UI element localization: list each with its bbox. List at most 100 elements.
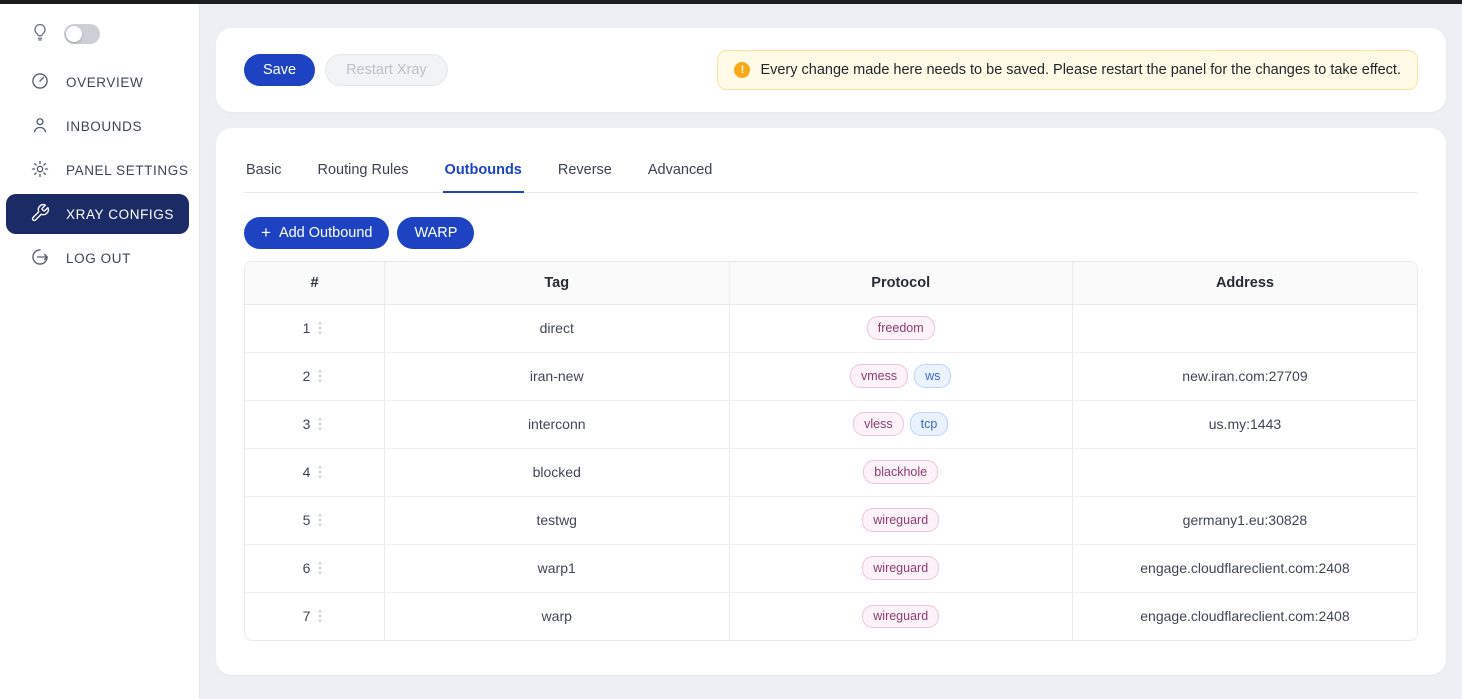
row-menu-kebab-icon[interactable] (314, 321, 326, 335)
number-cell: 5 (245, 496, 384, 544)
tab-reverse[interactable]: Reverse (556, 152, 614, 193)
protocol-cell: freedom (729, 304, 1072, 352)
row-address: germany1.eu:30828 (1183, 512, 1308, 528)
table-row: 7 warp wireguard engage.cloudflareclient… (245, 592, 1417, 640)
row-tag: testwg (537, 512, 577, 528)
tab-advanced[interactable]: Advanced (646, 152, 715, 193)
tag-cell: warp1 (384, 544, 729, 592)
row-tag: blocked (533, 464, 581, 480)
user-icon (30, 115, 50, 138)
row-tag: iran-new (530, 368, 584, 384)
protocol-tag: blackhole (863, 460, 938, 483)
column-header-address: Address (1072, 262, 1417, 304)
row-menu-kebab-icon[interactable] (314, 417, 326, 431)
row-menu-kebab-icon[interactable] (314, 561, 326, 575)
number-cell: 1 (245, 304, 384, 352)
protocol-tag: wireguard (862, 556, 939, 579)
outbounds-table: # Tag Protocol Address 1 (244, 261, 1418, 641)
sidebar-item-label: OVERVIEW (66, 75, 143, 90)
dark-mode-toggle[interactable] (64, 24, 100, 44)
row-protocols: vmessws (730, 364, 1072, 387)
outbound-actions: + Add Outbound WARP (244, 217, 1418, 249)
protocol-cell: wireguard (729, 592, 1072, 640)
warning-alert: ! Every change made here needs to be sav… (717, 50, 1418, 90)
app-root: OVERVIEW INBOUNDS (0, 4, 1462, 699)
sidebar-item-label: INBOUNDS (66, 119, 142, 134)
row-menu-kebab-icon[interactable] (314, 465, 326, 479)
address-cell: new.iran.com:27709 (1072, 352, 1417, 400)
restart-xray-button[interactable]: Restart Xray (325, 54, 448, 86)
protocol-tag: ws (914, 364, 951, 387)
row-tag: interconn (528, 416, 586, 432)
save-button[interactable]: Save (244, 54, 315, 86)
number-cell: 4 (245, 448, 384, 496)
row-menu-kebab-icon[interactable] (314, 369, 326, 383)
table-row: 2 iran-new vmessws new.iran.com:27709 (245, 352, 1417, 400)
row-protocols: wireguard (730, 508, 1072, 531)
row-menu-kebab-icon[interactable] (314, 513, 326, 527)
table-row: 5 testwg wireguard germany1.eu:30828 (245, 496, 1417, 544)
row-menu-kebab-icon[interactable] (314, 609, 326, 623)
tag-cell: iran-new (384, 352, 729, 400)
tag-cell: blocked (384, 448, 729, 496)
logout-icon (30, 247, 50, 270)
dashboard-icon (30, 71, 50, 94)
number-cell: 7 (245, 592, 384, 640)
sidebar-item-label: XRAY CONFIGS (66, 207, 174, 222)
toggle-knob (66, 26, 82, 42)
lightbulb-icon (30, 22, 50, 47)
row-number: 5 (303, 512, 311, 528)
row-protocols: freedom (730, 316, 1072, 339)
tab-basic[interactable]: Basic (244, 152, 283, 193)
config-tabs: Basic Routing Rules Outbounds Reverse Ad… (244, 152, 1418, 193)
add-outbound-button[interactable]: + Add Outbound (244, 217, 389, 249)
gear-icon (30, 159, 50, 182)
address-cell: engage.cloudflareclient.com:2408 (1072, 592, 1417, 640)
row-number: 7 (303, 608, 311, 624)
sidebar-item-log-out[interactable]: LOG OUT (6, 238, 189, 278)
wrench-icon (30, 203, 50, 226)
warp-button[interactable]: WARP (397, 217, 474, 249)
row-number: 1 (303, 320, 311, 336)
protocol-tag: vmess (850, 364, 908, 387)
protocol-cell: wireguard (729, 496, 1072, 544)
address-cell: us.my:1443 (1072, 400, 1417, 448)
protocol-cell: vless tcp (729, 400, 1072, 448)
address-cell: engage.cloudflareclient.com:2408 (1072, 544, 1417, 592)
add-outbound-label: Add Outbound (279, 225, 373, 241)
sidebar-item-xray-configs[interactable]: XRAY CONFIGS (6, 194, 189, 234)
row-number: 3 (303, 416, 311, 432)
protocol-cell: vmessws (729, 352, 1072, 400)
tag-cell: direct (384, 304, 729, 352)
tab-outbounds[interactable]: Outbounds (443, 152, 524, 193)
tab-routing-rules[interactable]: Routing Rules (315, 152, 410, 193)
table-row: 3 interconn vless tcp us.my:1443 (245, 400, 1417, 448)
sidebar-item-overview[interactable]: OVERVIEW (6, 62, 189, 102)
protocol-tag: freedom (867, 316, 935, 339)
xray-configs-card: Basic Routing Rules Outbounds Reverse Ad… (216, 128, 1446, 675)
sidebar-item-inbounds[interactable]: INBOUNDS (6, 106, 189, 146)
tag-cell: interconn (384, 400, 729, 448)
row-protocols: wireguard (730, 556, 1072, 579)
row-address: us.my:1443 (1209, 416, 1281, 432)
sidebar-item-label: LOG OUT (66, 251, 131, 266)
sidebar-nav: OVERVIEW INBOUNDS (0, 62, 199, 278)
row-tag: warp1 (538, 560, 576, 576)
column-header-protocol: Protocol (729, 262, 1072, 304)
row-tag: direct (540, 320, 574, 336)
toolbar-card: Save Restart Xray ! Every change made he… (216, 28, 1446, 112)
sidebar: OVERVIEW INBOUNDS (0, 4, 200, 699)
main-content: Save Restart Xray ! Every change made he… (200, 4, 1462, 699)
table-row: 1 direct freedom (245, 304, 1417, 352)
sidebar-item-panel-settings[interactable]: PANEL SETTINGS (6, 150, 189, 190)
protocol-tag: wireguard (862, 605, 939, 628)
protocol-tag: vless (853, 412, 903, 435)
number-cell: 2 (245, 352, 384, 400)
protocol-tag: tcp (910, 412, 949, 435)
tag-cell: warp (384, 592, 729, 640)
tag-cell: testwg (384, 496, 729, 544)
row-address: engage.cloudflareclient.com:2408 (1140, 608, 1349, 624)
column-header-tag: Tag (384, 262, 729, 304)
protocol-cell: blackhole (729, 448, 1072, 496)
protocol-cell: wireguard (729, 544, 1072, 592)
